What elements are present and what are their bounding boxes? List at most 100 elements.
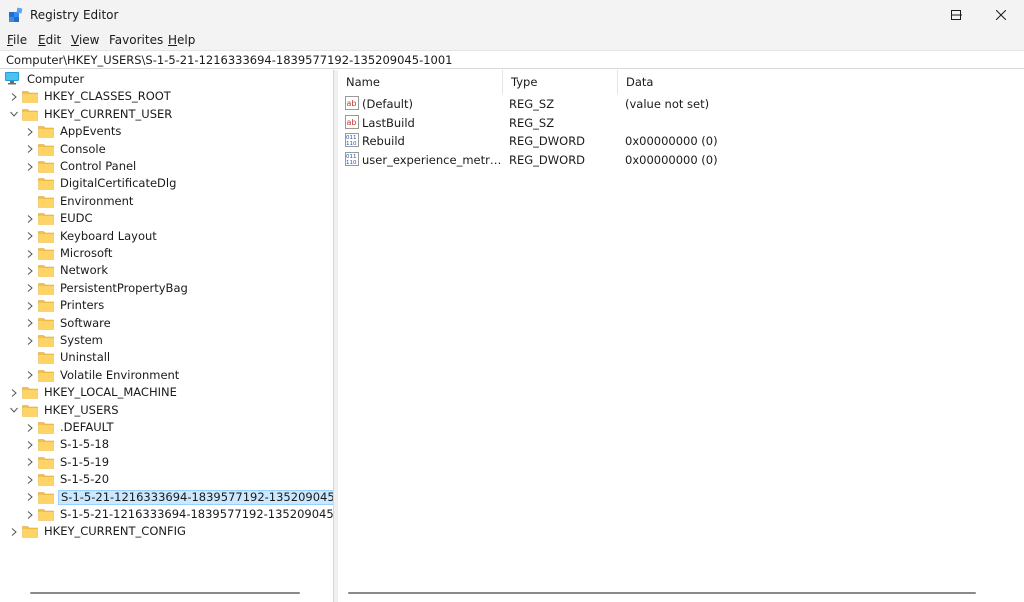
tree-item-s-1-5-20[interactable]: S-1-5-20 [24,471,111,488]
tree-item-s-1-5-21-1216333694-1839577192-135209045-1001[interactable]: S-1-5-21-1216333694-1839577192-135209045… [24,489,333,506]
svg-text:ab: ab [347,118,357,127]
tree-item-label: Printers [60,298,105,313]
chevron-right-icon[interactable] [24,262,36,279]
values-list-pane[interactable]: Name Type Data ab (Default) REG_SZ (value n… [338,70,1024,602]
tree-item-label: System [60,333,103,347]
chevron-down-icon[interactable] [8,402,20,419]
chevron-right-icon[interactable] [24,210,36,227]
tree-item-uninstall[interactable]: Uninstall [24,349,112,366]
chevron-right-icon[interactable] [24,367,36,384]
value-row[interactable]: ab LastBuild REG_SZ [338,114,1018,132]
tree-item-label: Control Panel [60,159,137,173]
close-icon [996,10,1006,20]
chevron-right-icon[interactable] [8,384,20,401]
tree-item-system[interactable]: System [24,332,105,349]
tree-item-s-1-5-21-1216333694-1839577192-135209045-1001-classes[interactable]: S-1-5-21-1216333694-1839577192-135209045… [24,506,333,523]
column-header-data[interactable]: Data [618,70,1018,94]
address-path[interactable]: Computer\HKEY_USERS\S-1-5-21-1216333694-… [6,53,452,67]
value-type-cell: REG_DWORD [509,152,586,167]
value-row[interactable]: ab (Default) REG_SZ (value not set) [338,95,1018,113]
chevron-right-icon[interactable] [24,489,36,506]
tree-item-network[interactable]: Network [24,262,110,279]
menu-file[interactable]: File [7,33,27,47]
tree-item-console[interactable]: Console [24,141,108,158]
maximize-button[interactable] [933,0,979,30]
tree-item-label: S-1-5-19 [60,454,110,469]
tree-item-environment[interactable]: Environment [24,193,135,210]
svg-text:110: 110 [346,160,357,166]
tree-item-keyboard-layout[interactable]: Keyboard Layout [24,228,159,245]
tree-item-appevents[interactable]: AppEvents [24,123,123,140]
tree-item-volatile-environment[interactable]: Volatile Environment [24,367,181,384]
key-tree-pane[interactable]: Computer HKEY_CLASSES_ROOT HKEY_CURRENT_US… [0,70,334,602]
chevron-right-icon[interactable] [24,315,36,332]
tree-item-printers[interactable]: Printers [24,297,106,314]
folder-icon [38,230,54,243]
chevron-right-icon[interactable] [24,471,36,488]
tree-horizontal-scrollbar[interactable] [30,592,300,594]
tree-item-hkey-users[interactable]: HKEY_USERS [8,402,121,419]
folder-icon [38,299,54,312]
tree-item-control-panel[interactable]: Control Panel [24,158,138,175]
tree-item-computer[interactable]: Computer [4,71,86,88]
folder-icon [38,247,54,260]
chevron-right-icon[interactable] [24,141,36,158]
chevron-right-icon[interactable] [24,419,36,436]
chevron-right-icon[interactable] [24,297,36,314]
close-button[interactable] [978,0,1024,30]
tree-item-hkey-current-user[interactable]: HKEY_CURRENT_USER [8,106,174,123]
chevron-right-icon[interactable] [8,88,20,105]
tree-item-microsoft[interactable]: Microsoft [24,245,114,262]
value-type-cell: REG_DWORD [509,134,586,148]
folder-icon [38,456,54,469]
address-bar[interactable]: Computer\HKEY_USERS\S-1-5-21-1216333694-… [0,50,1024,69]
menu-favorites[interactable]: Favorites [109,33,163,47]
title-bar[interactable]: Registry Editor [0,0,1024,30]
column-header-name[interactable]: Name [338,70,503,94]
value-row[interactable]: 011110user_experience_metrics.s... REG_DW… [338,151,1018,169]
binary-value-icon: 011 110 [345,151,359,166]
menu-view[interactable]: View [71,33,99,47]
chevron-right-icon[interactable] [24,123,36,140]
folder-icon [38,125,54,138]
chevron-down-icon[interactable] [8,106,20,123]
tree-item-label: HKEY_CURRENT_USER [44,106,173,121]
tree-item-label: HKEY_CLASSES_ROOT [44,89,171,104]
tree-item-hkey-current-config[interactable]: HKEY_CURRENT_CONFIG [8,523,188,540]
tree-item-s-1-5-19[interactable]: S-1-5-19 [24,454,111,471]
value-name-cell: Rebuild [362,134,405,148]
tree-item-eudc[interactable]: EUDC [24,210,95,227]
tree-item-label: S-1-5-20 [60,472,110,487]
chevron-right-icon[interactable] [24,228,36,245]
string-value-icon: ab [345,114,359,129]
chevron-right-icon[interactable] [24,436,36,453]
tree-item-hkey-classes-root[interactable]: HKEY_CLASSES_ROOT [8,88,173,105]
menu-help[interactable]: Help [168,33,195,47]
folder-icon [38,177,54,191]
tree-item-label: Console [60,141,106,156]
menu-edit[interactable]: Edit [38,33,61,47]
menu-bar: File Edit View Favorites Help [0,30,1024,50]
folder-icon [22,90,38,104]
value-row[interactable]: 011 110 Rebuild REG_DWORD 0x00000000 (0) [338,132,1018,150]
values-horizontal-scrollbar[interactable] [348,592,976,594]
tree-item-hkey-local-machine[interactable]: HKEY_LOCAL_MACHINE [8,384,179,401]
column-header-type[interactable]: Type [503,70,618,94]
tree-item-digitalcertificatedlg[interactable]: DigitalCertificateDlg [24,175,178,192]
tree-item-label: EUDC [60,211,93,226]
chevron-right-icon[interactable] [24,158,36,175]
tree-item-label: Uninstall [60,350,111,365]
chevron-right-icon[interactable] [24,245,36,262]
tree-item-persistentpropertybag[interactable]: PersistentPropertyBag [24,280,190,297]
tree-item-label: Keyboard Layout [60,228,157,243]
chevron-right-icon[interactable] [24,332,36,349]
chevron-right-icon[interactable] [24,280,36,297]
chevron-right-icon[interactable] [24,454,36,471]
tree-item-s-1-5-18[interactable]: S-1-5-18 [24,436,111,453]
tree-item-label: S-1-5-18 [60,437,110,452]
chevron-right-icon[interactable] [24,506,36,523]
tree-item-default[interactable]: .DEFAULT [24,419,115,436]
chevron-right-icon[interactable] [8,523,20,540]
tree-item-software[interactable]: Software [24,315,113,332]
